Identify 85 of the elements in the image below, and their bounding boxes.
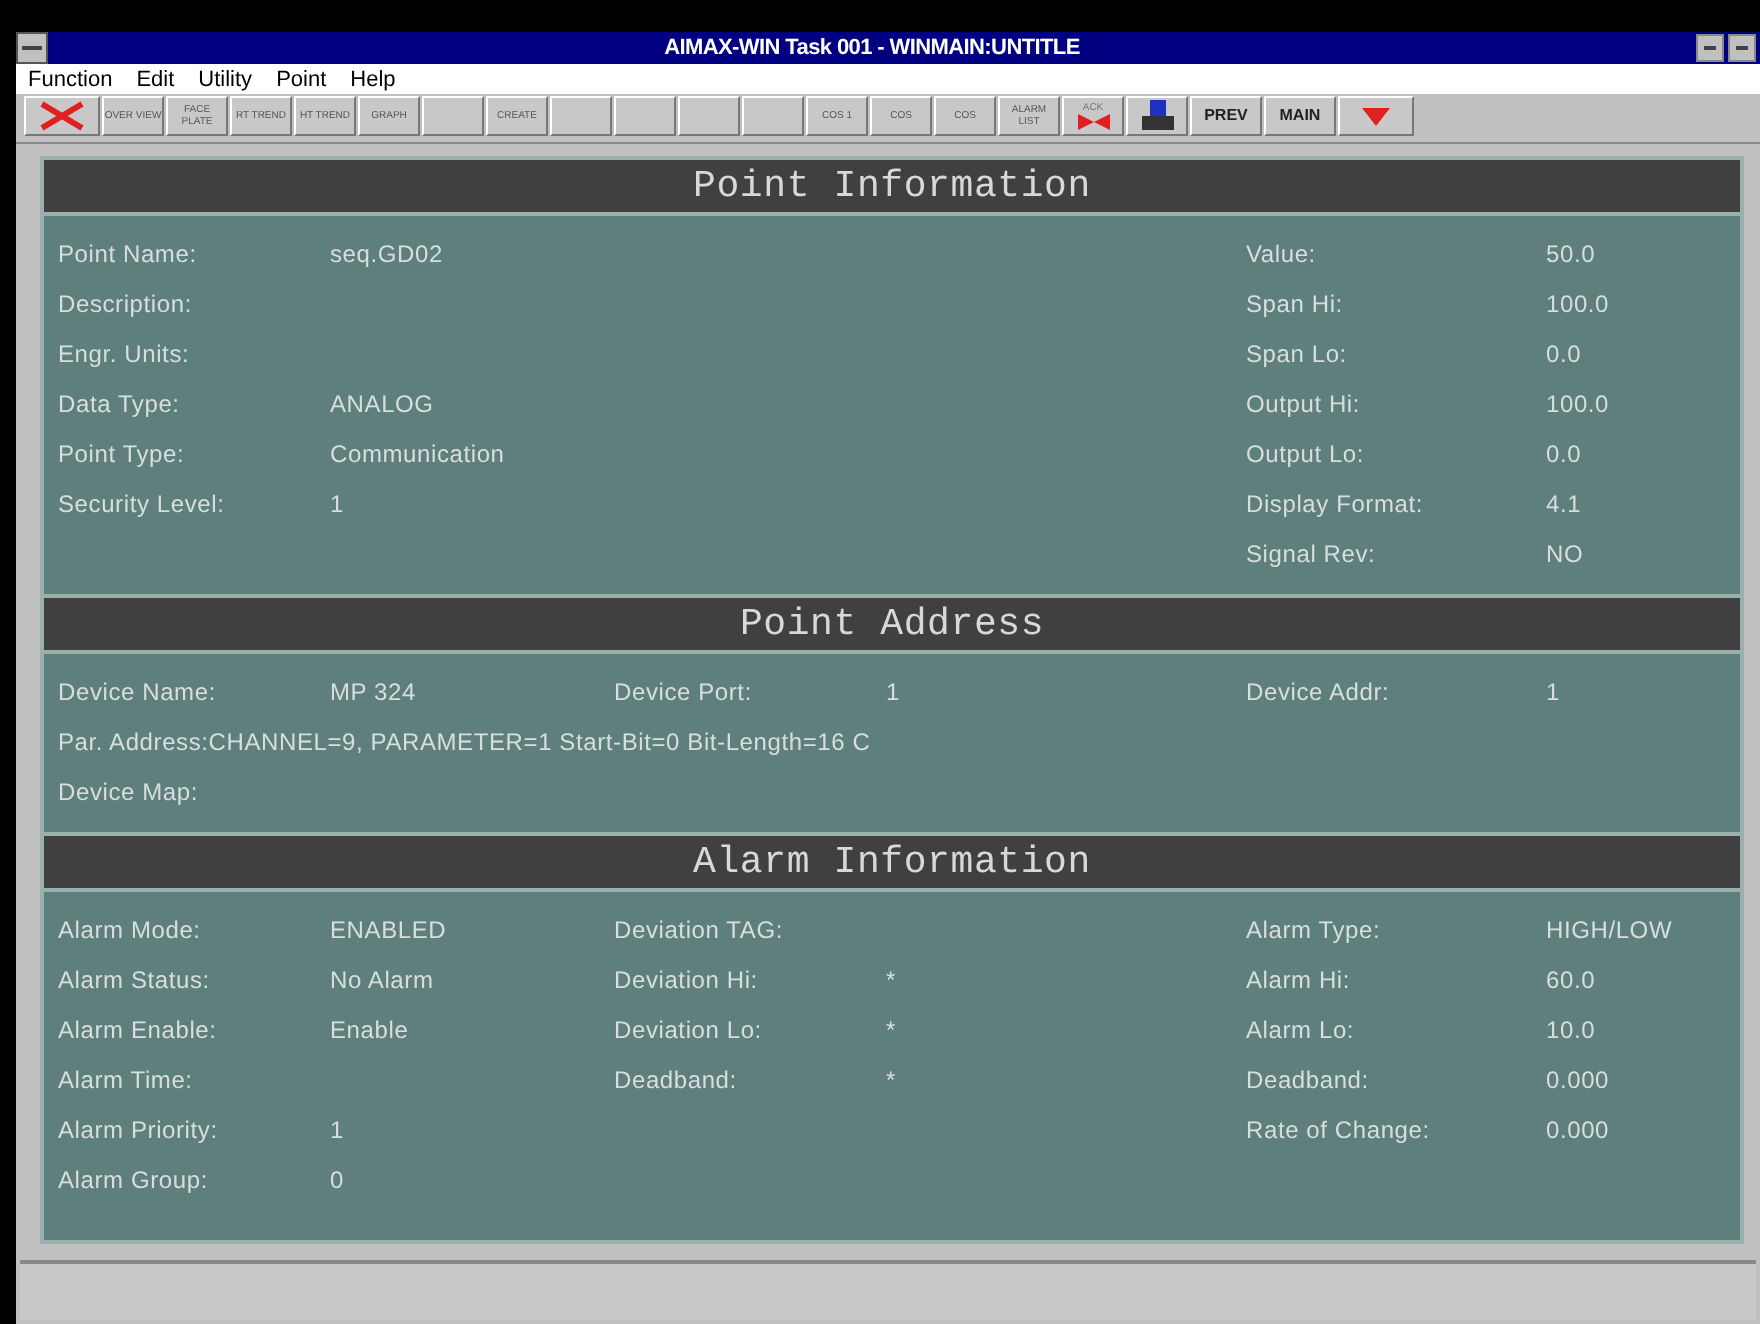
field-value: 50.0 [1546,239,1596,267]
field-label: Engr. Units: [58,339,192,367]
field-label: Signal Rev: [1246,539,1378,567]
toolbar-button[interactable] [422,96,484,136]
field-value: seq.GD02 [330,239,443,267]
field-label: Deadband: [614,1065,739,1093]
field-label: Device Map: [58,777,200,805]
field-value: ENABLED [330,915,447,943]
toolbar-button[interactable]: PREV [1190,96,1262,136]
toolbar-button[interactable] [614,96,676,136]
section-header: Point Information [44,160,1740,216]
field-label: Rate of Change: [1246,1115,1432,1143]
field-value: 100.0 [1546,389,1610,417]
window-title: AIMAX-WIN Task 001 - WINMAIN:UNTITLE [662,36,1082,60]
field-value: MP 324 [330,677,416,705]
field-value: * [886,1015,896,1043]
field-value: 0.000 [1546,1065,1610,1093]
field-label: Alarm Group: [58,1165,210,1193]
field-label: Value: [1246,239,1318,267]
triangle-down-icon [1362,107,1390,125]
field-value: CHANNEL=9, PARAMETER=1 Start-Bit=0 Bit-Length=16 C [208,727,871,755]
print-button[interactable] [1126,96,1188,136]
bowtie-icon [1075,114,1111,130]
minimize-button[interactable] [1696,34,1724,62]
section-header: Alarm Information [44,832,1740,892]
field-label: Span Lo: [1246,339,1349,367]
field-label: Point Name: [58,239,199,267]
menu-item[interactable]: Point [276,67,327,91]
field-label: Deviation Lo: [614,1015,764,1043]
field-value: NO [1546,539,1584,567]
field-label: Deviation Hi: [614,965,760,993]
field-value: 10.0 [1546,1015,1596,1043]
field-label: Data Type: [58,389,182,417]
field-label: Alarm Lo: [1246,1015,1357,1043]
field-value: * [886,1065,896,1093]
menu-item[interactable]: Edit [136,67,175,91]
field-label: Alarm Priority: [58,1115,220,1143]
menu-item[interactable]: Utility [198,67,253,91]
field-value: 0.000 [1546,1115,1610,1143]
field-label: Alarm Time: [58,1065,195,1093]
field-label: Device Name: [58,677,218,705]
toolbar-button[interactable]: MAIN [1264,96,1336,136]
menu-item[interactable]: Help [350,67,396,91]
field-label: Alarm Mode: [58,915,203,943]
field-label: Deviation TAG: [614,915,785,943]
maximize-button[interactable] [1728,34,1756,62]
field-value: ANALOG [330,389,434,417]
field-label: Point Type: [58,439,187,467]
field-value: 60.0 [1546,965,1596,993]
field-label: Output Lo: [1246,439,1367,467]
field-value: 0.0 [1546,439,1582,467]
field-label: Par. Address: [58,727,209,755]
toolbar-button[interactable] [550,96,612,136]
field-value: 0.0 [1546,339,1582,367]
dropdown-button[interactable] [1338,96,1414,136]
field-value: * [886,965,896,993]
field-value: Communication [330,439,505,467]
menu-item[interactable]: Function [28,67,113,91]
field-label: Span Hi: [1246,289,1345,317]
field-label: Device Port: [614,677,754,705]
field-value: 1 [886,677,900,705]
field-label: Alarm Hi: [1246,965,1353,993]
field-value: Enable [330,1015,409,1043]
system-menu-button[interactable] [16,32,48,64]
field-label: Alarm Status: [58,965,212,993]
field-value: 0 [330,1165,344,1193]
field-value: 100.0 [1546,289,1610,317]
field-label: Alarm Enable: [58,1015,219,1043]
field-label: Display Format: [1246,489,1426,517]
field-label: Deadband: [1246,1065,1371,1093]
toolbar-button[interactable] [678,96,740,136]
close-button[interactable] [24,96,100,136]
toolbar-button[interactable] [742,96,804,136]
field-label: Output Hi: [1246,389,1363,417]
field-label: Security Level: [58,489,227,517]
field-label: Alarm Type: [1246,915,1383,943]
field-value: 1 [1546,677,1560,705]
field-value: No Alarm [330,965,434,993]
field-value: 1 [330,489,344,517]
field-label: Device Addr: [1246,677,1392,705]
field-value: HIGH/LOW [1546,915,1673,943]
section-header: Point Address [44,594,1740,654]
field-value: 1 [330,1115,344,1143]
field-value: 4.1 [1546,489,1582,517]
field-label: Description: [58,289,194,317]
